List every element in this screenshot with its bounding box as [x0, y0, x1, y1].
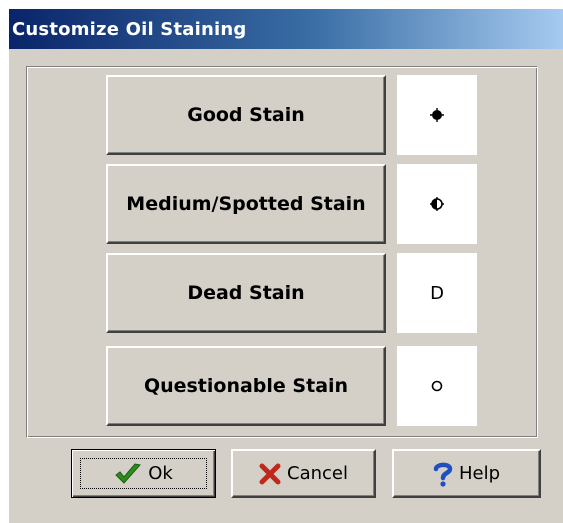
focus-rectangle: [80, 458, 207, 489]
medium-spotted-stain-symbol[interactable]: [397, 164, 477, 244]
checkmark-icon: [114, 462, 142, 486]
medium-spotted-stain-button[interactable]: Medium/Spotted Stain: [106, 164, 386, 244]
letter-d-symbol: D: [430, 282, 444, 304]
questionable-stain-label: Questionable Stain: [143, 375, 349, 397]
x-icon: [259, 463, 281, 485]
help-button[interactable]: Help: [392, 449, 541, 498]
dead-stain-label: Dead Stain: [187, 282, 305, 304]
open-circle-icon: [431, 380, 443, 392]
good-stain-button[interactable]: Good Stain: [106, 75, 386, 155]
help-label: Help: [458, 463, 501, 484]
question-mark-icon: [433, 461, 453, 487]
good-stain-symbol[interactable]: [397, 75, 477, 155]
dialog-window: Customize Oil Staining Good Stain Medium…: [9, 9, 563, 523]
filled-circle-icon: [430, 108, 444, 122]
half-filled-circle-icon: [430, 197, 444, 211]
ok-label: Ok: [148, 463, 173, 484]
questionable-stain-button[interactable]: Questionable Stain: [106, 346, 386, 426]
cancel-button[interactable]: Cancel: [231, 449, 376, 498]
title-bar[interactable]: Customize Oil Staining: [9, 9, 563, 49]
questionable-stain-symbol[interactable]: [397, 346, 477, 426]
window-title: Customize Oil Staining: [12, 19, 247, 40]
good-stain-label: Good Stain: [187, 104, 305, 126]
ok-button[interactable]: Ok: [71, 449, 216, 498]
dead-stain-button[interactable]: Dead Stain: [106, 253, 386, 333]
dead-stain-symbol[interactable]: D: [397, 253, 477, 333]
medium-spotted-stain-label: Medium/Spotted Stain: [126, 193, 366, 215]
cancel-label: Cancel: [287, 463, 348, 484]
